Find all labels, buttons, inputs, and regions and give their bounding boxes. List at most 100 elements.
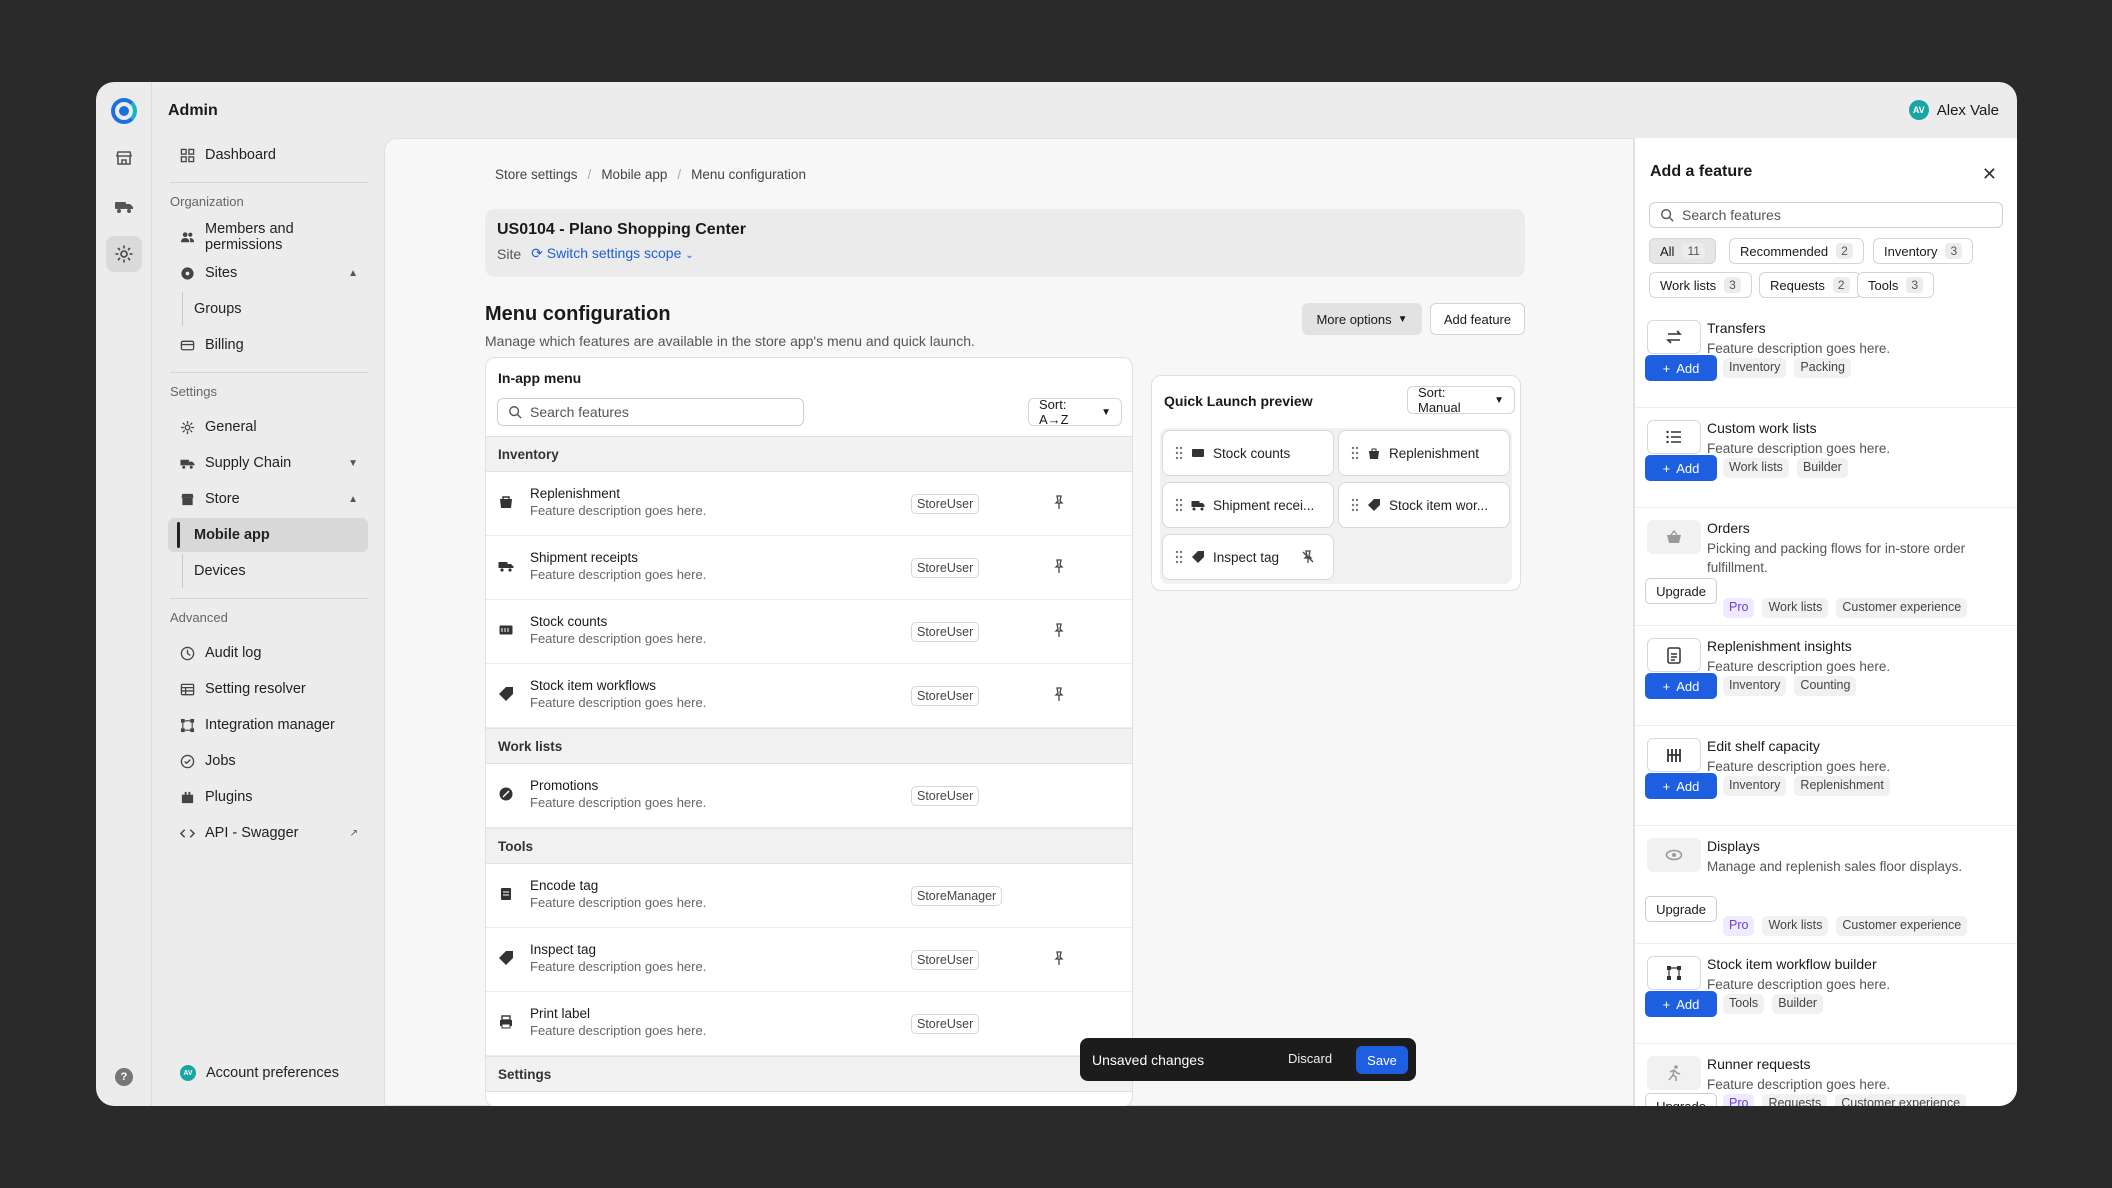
role-badge[interactable]: StoreUser bbox=[911, 786, 980, 806]
quick-launch-tile[interactable]: Replenishment bbox=[1338, 430, 1510, 476]
nav-devices[interactable]: Devices bbox=[168, 554, 368, 588]
clock-icon bbox=[180, 646, 195, 660]
nav-integration-manager[interactable]: Integration manager bbox=[168, 708, 368, 742]
feature-name: Promotions bbox=[530, 778, 599, 793]
user-menu[interactable]: AV Alex Vale bbox=[1908, 100, 1999, 120]
close-icon[interactable]: ✕ bbox=[1982, 164, 1997, 185]
table-row[interactable]: Stock counts Feature description goes her… bbox=[486, 600, 1132, 664]
feature-icon bbox=[499, 687, 513, 701]
toast-message: Unsaved changes bbox=[1092, 1051, 1205, 1068]
tag: Builder bbox=[1796, 458, 1848, 478]
drawer-search-input[interactable]: Search features bbox=[1649, 202, 2003, 228]
truck-icon[interactable] bbox=[106, 188, 142, 224]
scope-label: Site bbox=[497, 245, 522, 262]
store-icon[interactable] bbox=[106, 140, 142, 176]
role-badge[interactable]: StoreUser bbox=[911, 950, 980, 970]
chevron-down-icon: ▼ bbox=[1397, 313, 1408, 325]
filter-requests[interactable]: Requests 2 bbox=[1759, 272, 1861, 298]
nav-account-preferences[interactable]: AV Account preferences bbox=[168, 1056, 368, 1090]
table-row[interactable]: Encode tag Feature description goes here.… bbox=[486, 864, 1132, 928]
switch-scope-link[interactable]: ⟳ Switch settings scope ⌄ bbox=[531, 245, 694, 262]
role-badge[interactable]: StoreUser bbox=[911, 686, 980, 706]
nav-api-swagger[interactable]: API - Swagger ↗ bbox=[168, 816, 368, 850]
quick-launch-tile[interactable]: Stock counts bbox=[1162, 430, 1334, 476]
table-row[interactable]: Promotions Feature description goes here.… bbox=[486, 764, 1132, 828]
unpin-icon[interactable] bbox=[1301, 550, 1315, 564]
table-row[interactable]: Shipment receipts Feature description goe… bbox=[486, 536, 1132, 600]
nav-dashboard[interactable]: Dashboard bbox=[168, 138, 368, 172]
role-badge[interactable]: StoreUser bbox=[911, 558, 980, 578]
breadcrumb-store-settings[interactable]: Store settings bbox=[495, 167, 578, 182]
breadcrumb-mobile-app[interactable]: Mobile app bbox=[601, 167, 667, 182]
table-row[interactable]: Inspect tag Feature description goes here… bbox=[486, 928, 1132, 992]
feature-name: Replenishment bbox=[530, 486, 621, 501]
upgrade-button[interactable]: Upgrade bbox=[1645, 578, 1717, 604]
drag-handle-icon[interactable] bbox=[1351, 446, 1359, 460]
add-button[interactable]: + Add bbox=[1645, 455, 1717, 481]
table-row[interactable]: Stock item workflows Feature description … bbox=[486, 664, 1132, 728]
pin-icon[interactable] bbox=[1051, 559, 1067, 575]
add-button[interactable]: + Add bbox=[1645, 673, 1717, 699]
filter-all[interactable]: All 11 bbox=[1649, 238, 1716, 264]
nav-general[interactable]: General bbox=[168, 410, 368, 444]
nav-billing[interactable]: Billing bbox=[168, 328, 368, 362]
discard-button[interactable]: Discard bbox=[1288, 1051, 1332, 1066]
pin-icon[interactable] bbox=[1051, 951, 1067, 967]
quick-launch-tile[interactable]: Shipment recei... bbox=[1162, 482, 1334, 528]
quick-launch-sort-button[interactable]: Sort: Manual ▼ bbox=[1407, 385, 1515, 415]
nav-audit-log[interactable]: Audit log bbox=[168, 636, 368, 670]
pin-icon[interactable] bbox=[1051, 623, 1067, 639]
grid-icon bbox=[180, 148, 195, 162]
nav-supply-chain[interactable]: Supply Chain ▼ bbox=[168, 446, 368, 480]
in-app-search-input[interactable]: Search features bbox=[497, 398, 804, 426]
upgrade-button[interactable]: Upgrade bbox=[1645, 1093, 1717, 1106]
nav-section-organization: Organization bbox=[170, 194, 244, 209]
drag-handle-icon[interactable] bbox=[1175, 498, 1183, 512]
drag-handle-icon[interactable] bbox=[1175, 446, 1183, 460]
upgrade-button[interactable]: Upgrade bbox=[1645, 896, 1717, 922]
pin-icon[interactable] bbox=[1051, 495, 1067, 511]
drag-handle-icon[interactable] bbox=[1175, 550, 1183, 564]
in-app-menu-title: In-app menu bbox=[498, 370, 582, 386]
filter-inventory[interactable]: Inventory 3 bbox=[1873, 238, 1974, 264]
role-badge[interactable]: StoreUser bbox=[911, 622, 980, 642]
more-options-button[interactable]: More options ▼ bbox=[1302, 303, 1422, 335]
quick-launch-tile[interactable]: Inspect tag bbox=[1162, 534, 1334, 580]
nav-plugins[interactable]: Plugins bbox=[168, 780, 368, 814]
jobs-icon bbox=[180, 754, 195, 768]
plus-icon: + bbox=[1662, 778, 1671, 794]
nav-store[interactable]: Store ▲ bbox=[168, 482, 368, 516]
pin-icon[interactable] bbox=[1051, 687, 1067, 703]
nav-sites[interactable]: Sites ▲ bbox=[168, 256, 368, 290]
filter-work-lists[interactable]: Work lists 3 bbox=[1649, 272, 1752, 298]
table-row[interactable]: Print label Feature description goes here… bbox=[486, 992, 1132, 1056]
drag-handle-icon[interactable] bbox=[1351, 498, 1359, 512]
filter-recommended[interactable]: Recommended 2 bbox=[1729, 238, 1864, 264]
nav-mobile-app[interactable]: Mobile app bbox=[168, 518, 368, 552]
add-button[interactable]: + Add bbox=[1645, 991, 1717, 1017]
filter-tools[interactable]: Tools 3 bbox=[1857, 272, 1935, 298]
table-row[interactable]: Replenishment Feature description goes he… bbox=[486, 472, 1132, 536]
add-button[interactable]: + Add bbox=[1645, 355, 1717, 381]
external-link-icon: ↗ bbox=[349, 827, 358, 839]
role-badge[interactable]: StoreUser bbox=[911, 494, 980, 514]
quick-launch-tile[interactable]: Stock item wor... bbox=[1338, 482, 1510, 528]
nav-setting-resolver[interactable]: Setting resolver bbox=[168, 672, 368, 706]
feature-name: Shipment receipts bbox=[530, 550, 639, 565]
add-feature-button[interactable]: Add feature bbox=[1430, 303, 1525, 335]
add-button[interactable]: + Add bbox=[1645, 773, 1717, 799]
in-app-sort-button[interactable]: Sort: A→Z ▼ bbox=[1028, 397, 1122, 427]
tag-list: Pro Work lists Customer experience bbox=[1723, 598, 1968, 618]
save-button[interactable]: Save bbox=[1356, 1046, 1408, 1074]
nav-jobs[interactable]: Jobs bbox=[168, 744, 368, 778]
feature-icon bbox=[1647, 1056, 1701, 1090]
feature-icon bbox=[1647, 520, 1701, 554]
help-icon[interactable]: ? bbox=[115, 1068, 133, 1086]
role-badge[interactable]: StoreManager bbox=[911, 886, 1003, 906]
role-badge[interactable]: StoreUser bbox=[911, 1014, 980, 1034]
settings-gear-icon[interactable] bbox=[106, 236, 142, 272]
nav-groups[interactable]: Groups bbox=[168, 292, 368, 326]
feature-description: Feature description goes here. bbox=[530, 695, 707, 710]
barcode-icon bbox=[1192, 449, 1204, 457]
nav-members[interactable]: Members and permissions bbox=[168, 220, 368, 254]
